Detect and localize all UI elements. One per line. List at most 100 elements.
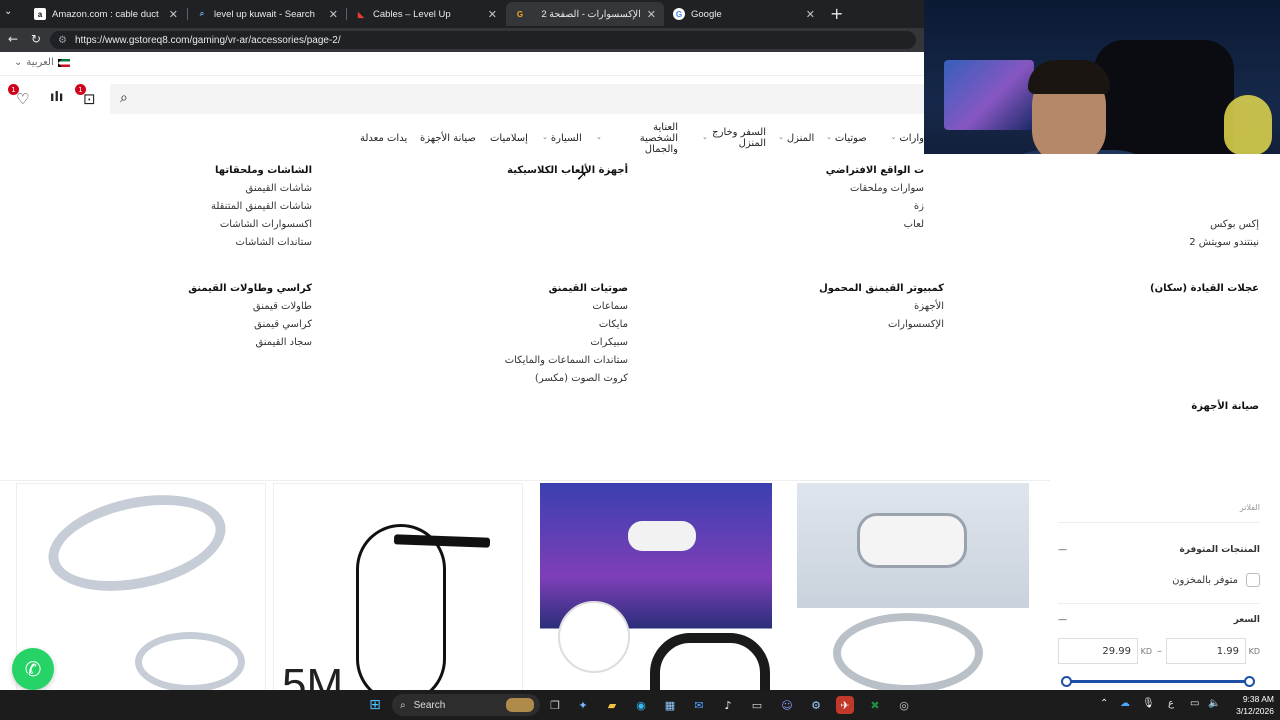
cart-bag-icon[interactable]: ⊡ 1 [75,84,96,108]
price-max-value: 29.99 [1102,645,1131,657]
onedrive-cloud-icon[interactable]: ☁ [1120,698,1130,709]
whatsapp-chat-button[interactable]: ✆ [12,648,54,690]
menu-heading[interactable]: ت الواقع الافتراضي [804,162,924,180]
menu-link[interactable]: شاشات القيمنق [112,180,312,198]
price-slider-handle-max[interactable] [1244,676,1255,687]
in-stock-filter[interactable]: متوفر بالمخزون [1058,573,1260,587]
nav-item-device-repair[interactable]: صيانة الأجهزة [420,122,476,154]
close-tab-icon[interactable]: ✕ [169,8,178,21]
menu-link[interactable]: اكسسوارات الشاشات [112,216,312,234]
tab-level-up[interactable]: ◣ Cables – Level Up ✕ [347,2,505,26]
close-tab-icon[interactable]: ✕ [329,8,338,21]
tab-bing-search[interactable]: ⌕ level up kuwait - Search ✕ [188,2,346,26]
outlook-icon[interactable]: ✉ [690,696,708,714]
excel-icon[interactable]: ✖ [866,696,884,714]
terminal-icon[interactable]: ▭ [748,696,766,714]
task-view-icon[interactable]: ❐ [546,696,564,714]
menu-heading[interactable]: أجهزة الألعاب الكلاسيكية [428,162,628,180]
menu-link[interactable]: سماعات [428,298,628,316]
nav-item-islamic[interactable]: إسلاميات [490,122,528,154]
new-tab-plus-icon[interactable]: + [830,4,843,23]
menu-link[interactable]: لعاب [804,216,924,234]
product-card[interactable] [797,483,1029,691]
menu-heading[interactable]: كمبيوتر القيمنق المحمول [744,280,944,298]
tray-overflow-chevron-icon[interactable]: ⌃ [1100,698,1108,709]
app-icon-active[interactable]: ✈ [836,696,854,714]
chrome-icon[interactable]: ◎ [895,696,913,714]
system-clock[interactable]: 9:38 AM 3/12/2026 [1222,693,1274,717]
menu-link[interactable]: زة [804,198,924,216]
tab-gstore-accessories[interactable]: G الإكسسوارات - الصفحة 2 ✕ [506,2,664,26]
menu-link[interactable]: كروت الصوت (مكسر) [428,370,628,388]
tab-google[interactable]: G Google ✕ [665,2,823,26]
product-card[interactable] [16,483,266,691]
steam-icon[interactable]: ⚙ [807,696,825,714]
site-info-icon[interactable]: ⚙ [58,35,67,46]
search-icon[interactable]: ⌕ [120,90,128,106]
close-tab-icon[interactable]: ✕ [806,8,815,21]
tiktok-icon[interactable]: ♪ [719,696,737,714]
menu-link[interactable]: طاولات قيمنق [112,298,312,316]
collapse-minus-icon[interactable]: — [1058,545,1067,555]
nav-item-car[interactable]: السيارة ⌄ [542,122,582,154]
tab-amazon[interactable]: a Amazon.com : cable duct ✕ [26,2,186,26]
menu-heading[interactable]: عجلات القيادة (سكان) [1059,280,1259,298]
tab-list-chevron-icon[interactable]: ⌄ [4,6,12,17]
edge-browser-icon[interactable]: ◉ [632,696,650,714]
menu-link[interactable]: ستاندات الشاشات [112,234,312,252]
microphone-icon[interactable]: 🎙 [1142,698,1155,709]
collapse-minus-icon[interactable]: — [1058,615,1067,625]
menu-link[interactable]: شاشات القيمنق المتنقلة [112,198,312,216]
menu-heading[interactable]: كراسي وطاولات القيمنق [112,280,312,298]
copilot-icon[interactable]: ✦ [574,696,592,714]
product-card[interactable] [540,483,772,691]
menu-link[interactable]: الإكسسوارات [744,316,944,334]
price-range-slider-track[interactable] [1066,680,1250,683]
file-explorer-icon[interactable]: ▰ [603,696,621,714]
close-tab-icon[interactable]: ✕ [647,8,656,21]
url-field[interactable]: ⚙ https://www.gstoreq8.com/gaming/vr-ar/… [50,31,916,49]
menu-link[interactable]: نينتندو سويتش 2 [1139,234,1259,252]
menu-link[interactable]: ستاندات السماعات والمايكات [428,352,628,370]
network-icon[interactable]: ▭ [1190,698,1199,709]
price-min-input[interactable]: 1.99 [1166,638,1246,664]
menu-link[interactable]: إكس بوكس [1139,216,1259,234]
back-arrow-icon[interactable]: ← [8,32,18,46]
menu-link[interactable]: سوارات وملحقات [804,180,924,198]
nav-label: إسلاميات [490,132,528,144]
menu-link[interactable]: كراسي قيمنق [112,316,312,334]
wishlist-heart-icon[interactable]: ♡ 1 [8,84,29,108]
menu-link[interactable]: الأجهزة [744,298,944,316]
product-card[interactable]: 5M [273,483,523,691]
nav-item-modded-controllers[interactable]: يدات معدلة [360,122,407,154]
nav-label: صيانة الأجهزة [420,132,476,144]
input-language-indicator[interactable]: ع [1168,698,1174,709]
menu-link[interactable]: سجاد القيمنق [112,334,312,352]
site-search-bar[interactable]: ⌕ [110,84,924,114]
nav-item-personal-care[interactable]: العناية الشخصية والجمال [632,122,678,155]
nav-item-home[interactable]: المنزل ⌄ [778,122,814,154]
menu-heading[interactable]: صيانة الأجهزة [1059,398,1259,416]
nav-item-accessories[interactable]: وارات ⌄ [884,122,924,154]
nav-item-travel[interactable]: السفر وخارج المنزل ⌄ [702,122,766,154]
compare-chart-icon[interactable]: ılı [50,90,63,105]
windows-start-icon[interactable]: ⊞ [366,696,384,714]
volume-icon[interactable]: 🔈 [1208,698,1220,709]
price-filter-header[interactable]: السعر — [1058,615,1260,625]
chevron-down-icon: ⌄ [826,133,832,142]
menu-heading[interactable]: صوتيات القيمنق [428,280,628,298]
discord-icon[interactable]: ☺ [778,696,796,714]
price-slider-handle-min[interactable] [1061,676,1072,687]
in-stock-checkbox[interactable] [1246,573,1260,587]
taskbar-search-box[interactable]: ⌕ Search [392,694,540,716]
nav-item-audio[interactable]: صوتيات ⌄ [826,122,867,154]
price-max-input[interactable]: 29.99 [1058,638,1138,664]
menu-link[interactable]: سبيكرات [428,334,628,352]
availability-filter-header[interactable]: المنتجات المتوفرة — [1058,545,1260,555]
microsoft-store-icon[interactable]: ▦ [661,696,679,714]
menu-heading[interactable]: الشاشات وملحقاتها [112,162,312,180]
reload-icon[interactable]: ↻ [31,32,41,46]
language-switcher[interactable]: ⌄ العربية [14,57,70,68]
close-tab-icon[interactable]: ✕ [488,8,497,21]
menu-link[interactable]: مايكات [428,316,628,334]
